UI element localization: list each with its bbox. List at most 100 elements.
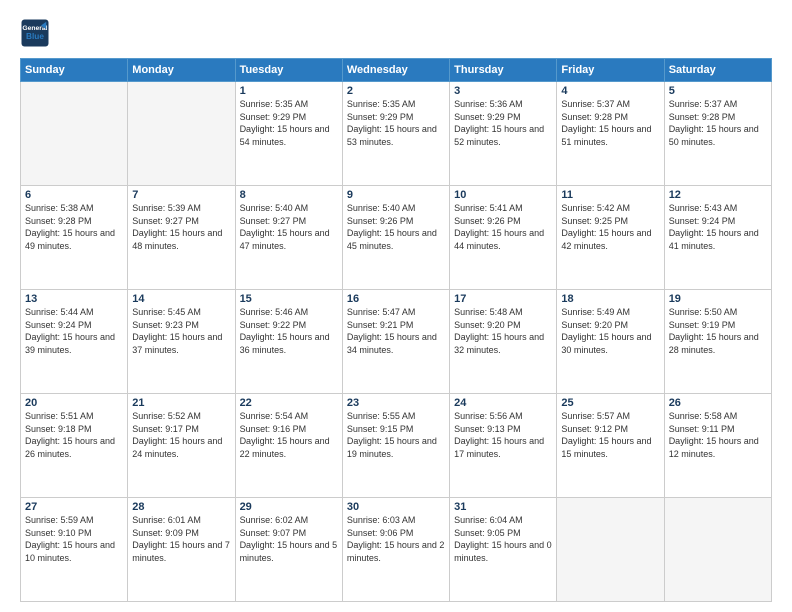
day-cell-19: 19 Sunrise: 5:50 AM Sunset: 9:19 PM Dayl… bbox=[664, 290, 771, 394]
day-number: 25 bbox=[561, 397, 659, 409]
day-cell-26: 26 Sunrise: 5:58 AM Sunset: 9:11 PM Dayl… bbox=[664, 394, 771, 498]
day-cell-23: 23 Sunrise: 5:55 AM Sunset: 9:15 PM Dayl… bbox=[342, 394, 449, 498]
day-info: Sunrise: 6:04 AM Sunset: 9:05 PM Dayligh… bbox=[454, 514, 552, 564]
day-cell-4: 4 Sunrise: 5:37 AM Sunset: 9:28 PM Dayli… bbox=[557, 82, 664, 186]
day-cell-14: 14 Sunrise: 5:45 AM Sunset: 9:23 PM Dayl… bbox=[128, 290, 235, 394]
day-cell-6: 6 Sunrise: 5:38 AM Sunset: 9:28 PM Dayli… bbox=[21, 186, 128, 290]
day-cell-empty-0-1 bbox=[128, 82, 235, 186]
weekday-header-saturday: Saturday bbox=[664, 59, 771, 82]
day-info: Sunrise: 5:58 AM Sunset: 9:11 PM Dayligh… bbox=[669, 410, 767, 460]
day-number: 2 bbox=[347, 85, 445, 97]
day-number: 18 bbox=[561, 293, 659, 305]
weekday-header-row: SundayMondayTuesdayWednesdayThursdayFrid… bbox=[21, 59, 772, 82]
day-info: Sunrise: 5:49 AM Sunset: 9:20 PM Dayligh… bbox=[561, 306, 659, 356]
day-cell-31: 31 Sunrise: 6:04 AM Sunset: 9:05 PM Dayl… bbox=[450, 498, 557, 602]
day-info: Sunrise: 5:35 AM Sunset: 9:29 PM Dayligh… bbox=[240, 98, 338, 148]
week-row-2: 6 Sunrise: 5:38 AM Sunset: 9:28 PM Dayli… bbox=[21, 186, 772, 290]
day-number: 4 bbox=[561, 85, 659, 97]
day-cell-16: 16 Sunrise: 5:47 AM Sunset: 9:21 PM Dayl… bbox=[342, 290, 449, 394]
day-info: Sunrise: 5:50 AM Sunset: 9:19 PM Dayligh… bbox=[669, 306, 767, 356]
day-info: Sunrise: 5:59 AM Sunset: 9:10 PM Dayligh… bbox=[25, 514, 123, 564]
day-number: 8 bbox=[240, 189, 338, 201]
day-info: Sunrise: 5:54 AM Sunset: 9:16 PM Dayligh… bbox=[240, 410, 338, 460]
day-cell-empty-4-6 bbox=[664, 498, 771, 602]
weekday-header-monday: Monday bbox=[128, 59, 235, 82]
day-info: Sunrise: 5:42 AM Sunset: 9:25 PM Dayligh… bbox=[561, 202, 659, 252]
day-cell-20: 20 Sunrise: 5:51 AM Sunset: 9:18 PM Dayl… bbox=[21, 394, 128, 498]
day-cell-empty-0-0 bbox=[21, 82, 128, 186]
day-info: Sunrise: 5:56 AM Sunset: 9:13 PM Dayligh… bbox=[454, 410, 552, 460]
day-info: Sunrise: 5:40 AM Sunset: 9:26 PM Dayligh… bbox=[347, 202, 445, 252]
logo: General Blue bbox=[20, 18, 50, 48]
day-info: Sunrise: 5:38 AM Sunset: 9:28 PM Dayligh… bbox=[25, 202, 123, 252]
day-number: 23 bbox=[347, 397, 445, 409]
day-cell-13: 13 Sunrise: 5:44 AM Sunset: 9:24 PM Dayl… bbox=[21, 290, 128, 394]
day-number: 22 bbox=[240, 397, 338, 409]
day-cell-empty-4-5 bbox=[557, 498, 664, 602]
day-cell-9: 9 Sunrise: 5:40 AM Sunset: 9:26 PM Dayli… bbox=[342, 186, 449, 290]
day-cell-11: 11 Sunrise: 5:42 AM Sunset: 9:25 PM Dayl… bbox=[557, 186, 664, 290]
day-number: 1 bbox=[240, 85, 338, 97]
day-number: 11 bbox=[561, 189, 659, 201]
day-number: 9 bbox=[347, 189, 445, 201]
day-number: 26 bbox=[669, 397, 767, 409]
day-number: 28 bbox=[132, 501, 230, 513]
day-number: 14 bbox=[132, 293, 230, 305]
day-cell-15: 15 Sunrise: 5:46 AM Sunset: 9:22 PM Dayl… bbox=[235, 290, 342, 394]
day-number: 24 bbox=[454, 397, 552, 409]
day-info: Sunrise: 5:37 AM Sunset: 9:28 PM Dayligh… bbox=[561, 98, 659, 148]
day-cell-29: 29 Sunrise: 6:02 AM Sunset: 9:07 PM Dayl… bbox=[235, 498, 342, 602]
day-cell-3: 3 Sunrise: 5:36 AM Sunset: 9:29 PM Dayli… bbox=[450, 82, 557, 186]
day-number: 16 bbox=[347, 293, 445, 305]
day-cell-27: 27 Sunrise: 5:59 AM Sunset: 9:10 PM Dayl… bbox=[21, 498, 128, 602]
day-info: Sunrise: 6:02 AM Sunset: 9:07 PM Dayligh… bbox=[240, 514, 338, 564]
day-info: Sunrise: 5:45 AM Sunset: 9:23 PM Dayligh… bbox=[132, 306, 230, 356]
day-number: 7 bbox=[132, 189, 230, 201]
day-number: 31 bbox=[454, 501, 552, 513]
logo-icon: General Blue bbox=[20, 18, 50, 48]
day-number: 10 bbox=[454, 189, 552, 201]
day-info: Sunrise: 6:01 AM Sunset: 9:09 PM Dayligh… bbox=[132, 514, 230, 564]
weekday-header-sunday: Sunday bbox=[21, 59, 128, 82]
svg-text:Blue: Blue bbox=[26, 32, 44, 41]
day-cell-22: 22 Sunrise: 5:54 AM Sunset: 9:16 PM Dayl… bbox=[235, 394, 342, 498]
day-cell-28: 28 Sunrise: 6:01 AM Sunset: 9:09 PM Dayl… bbox=[128, 498, 235, 602]
day-info: Sunrise: 5:35 AM Sunset: 9:29 PM Dayligh… bbox=[347, 98, 445, 148]
day-cell-24: 24 Sunrise: 5:56 AM Sunset: 9:13 PM Dayl… bbox=[450, 394, 557, 498]
day-number: 29 bbox=[240, 501, 338, 513]
day-cell-1: 1 Sunrise: 5:35 AM Sunset: 9:29 PM Dayli… bbox=[235, 82, 342, 186]
day-info: Sunrise: 5:40 AM Sunset: 9:27 PM Dayligh… bbox=[240, 202, 338, 252]
page: General Blue SundayMondayTuesdayWednesda… bbox=[0, 0, 792, 612]
day-cell-8: 8 Sunrise: 5:40 AM Sunset: 9:27 PM Dayli… bbox=[235, 186, 342, 290]
day-cell-17: 17 Sunrise: 5:48 AM Sunset: 9:20 PM Dayl… bbox=[450, 290, 557, 394]
day-number: 6 bbox=[25, 189, 123, 201]
day-info: Sunrise: 5:57 AM Sunset: 9:12 PM Dayligh… bbox=[561, 410, 659, 460]
day-info: Sunrise: 5:41 AM Sunset: 9:26 PM Dayligh… bbox=[454, 202, 552, 252]
week-row-1: 1 Sunrise: 5:35 AM Sunset: 9:29 PM Dayli… bbox=[21, 82, 772, 186]
day-info: Sunrise: 5:43 AM Sunset: 9:24 PM Dayligh… bbox=[669, 202, 767, 252]
day-info: Sunrise: 5:47 AM Sunset: 9:21 PM Dayligh… bbox=[347, 306, 445, 356]
day-cell-30: 30 Sunrise: 6:03 AM Sunset: 9:06 PM Dayl… bbox=[342, 498, 449, 602]
weekday-header-friday: Friday bbox=[557, 59, 664, 82]
day-number: 3 bbox=[454, 85, 552, 97]
day-cell-10: 10 Sunrise: 5:41 AM Sunset: 9:26 PM Dayl… bbox=[450, 186, 557, 290]
day-info: Sunrise: 5:44 AM Sunset: 9:24 PM Dayligh… bbox=[25, 306, 123, 356]
day-info: Sunrise: 5:36 AM Sunset: 9:29 PM Dayligh… bbox=[454, 98, 552, 148]
day-cell-7: 7 Sunrise: 5:39 AM Sunset: 9:27 PM Dayli… bbox=[128, 186, 235, 290]
day-number: 12 bbox=[669, 189, 767, 201]
day-cell-2: 2 Sunrise: 5:35 AM Sunset: 9:29 PM Dayli… bbox=[342, 82, 449, 186]
day-info: Sunrise: 5:48 AM Sunset: 9:20 PM Dayligh… bbox=[454, 306, 552, 356]
day-cell-12: 12 Sunrise: 5:43 AM Sunset: 9:24 PM Dayl… bbox=[664, 186, 771, 290]
day-number: 13 bbox=[25, 293, 123, 305]
day-info: Sunrise: 5:46 AM Sunset: 9:22 PM Dayligh… bbox=[240, 306, 338, 356]
day-number: 20 bbox=[25, 397, 123, 409]
day-info: Sunrise: 5:39 AM Sunset: 9:27 PM Dayligh… bbox=[132, 202, 230, 252]
week-row-5: 27 Sunrise: 5:59 AM Sunset: 9:10 PM Dayl… bbox=[21, 498, 772, 602]
header: General Blue bbox=[20, 18, 772, 48]
day-number: 17 bbox=[454, 293, 552, 305]
week-row-4: 20 Sunrise: 5:51 AM Sunset: 9:18 PM Dayl… bbox=[21, 394, 772, 498]
day-number: 27 bbox=[25, 501, 123, 513]
weekday-header-thursday: Thursday bbox=[450, 59, 557, 82]
day-number: 19 bbox=[669, 293, 767, 305]
day-info: Sunrise: 6:03 AM Sunset: 9:06 PM Dayligh… bbox=[347, 514, 445, 564]
